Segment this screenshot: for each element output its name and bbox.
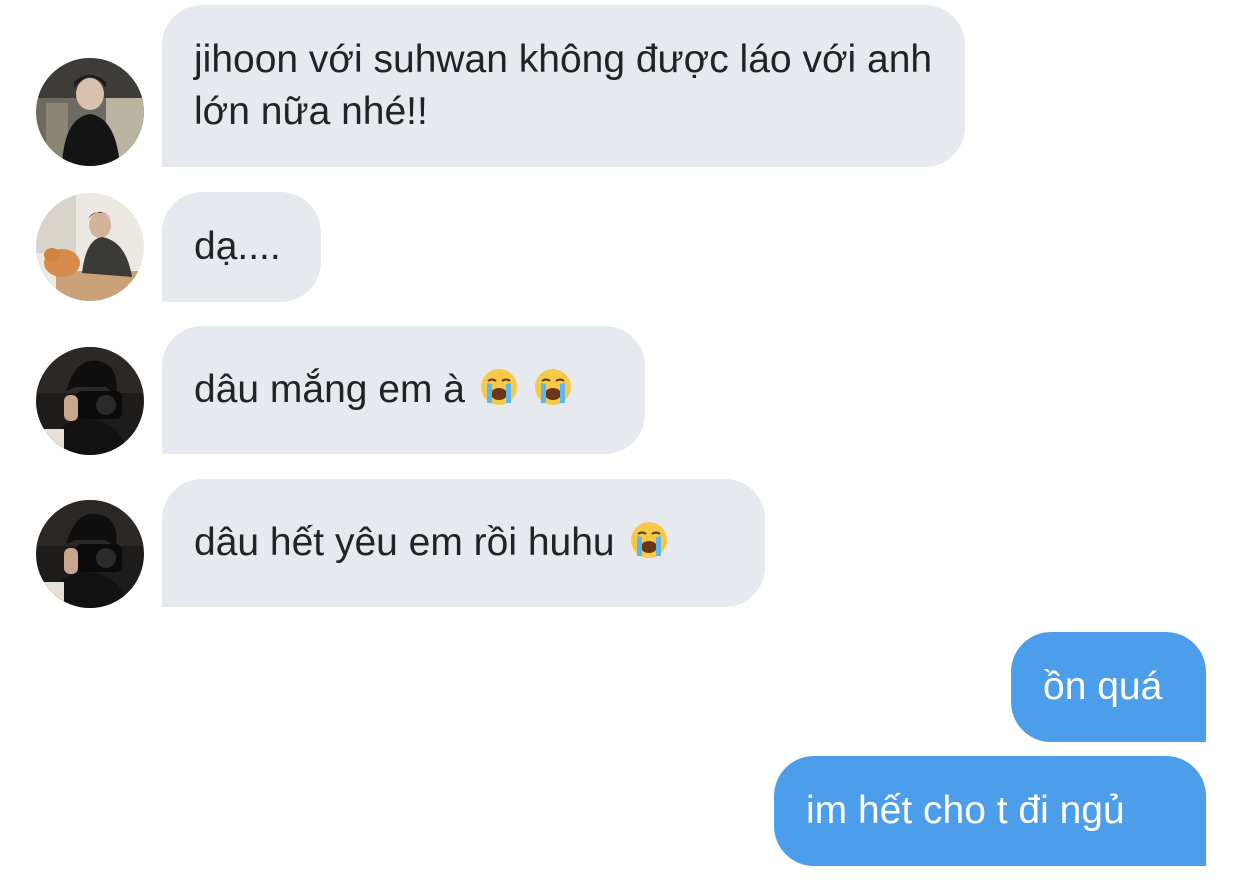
avatar[interactable] <box>36 347 144 455</box>
avatar[interactable] <box>36 500 144 608</box>
avatar[interactable] <box>36 193 144 301</box>
loudly-crying-face-icon <box>479 367 519 407</box>
message-text: dâu hết yêu em rồi huhu <box>194 521 615 564</box>
avatar-photo-icon <box>36 500 144 608</box>
incoming-message-bubble[interactable]: dạ.... <box>162 192 321 302</box>
outgoing-message-bubble[interactable]: im hết cho t đi ngủ <box>774 756 1206 866</box>
avatar-photo-icon <box>36 193 144 301</box>
avatar-photo-icon <box>36 347 144 455</box>
incoming-message-bubble[interactable]: dâu mắng em à <box>162 326 645 454</box>
avatar-photo-icon <box>36 58 144 166</box>
message-text: im hết cho t đi ngủ <box>806 789 1125 832</box>
loudly-crying-face-icon <box>533 367 573 407</box>
message-text: dạ.... <box>194 225 281 268</box>
incoming-message-bubble[interactable]: jihoon với suhwan không được láo với anh… <box>162 5 965 167</box>
outgoing-message-bubble[interactable]: ồn quá <box>1011 632 1206 742</box>
message-text: jihoon với suhwan không được láo với anh… <box>194 38 943 133</box>
message-text: ồn quá <box>1043 665 1163 708</box>
incoming-message-bubble[interactable]: dâu hết yêu em rồi huhu <box>162 479 765 607</box>
avatar[interactable] <box>36 58 144 166</box>
message-text: dâu mắng em à <box>194 368 466 411</box>
loudly-crying-face-icon <box>629 520 669 560</box>
